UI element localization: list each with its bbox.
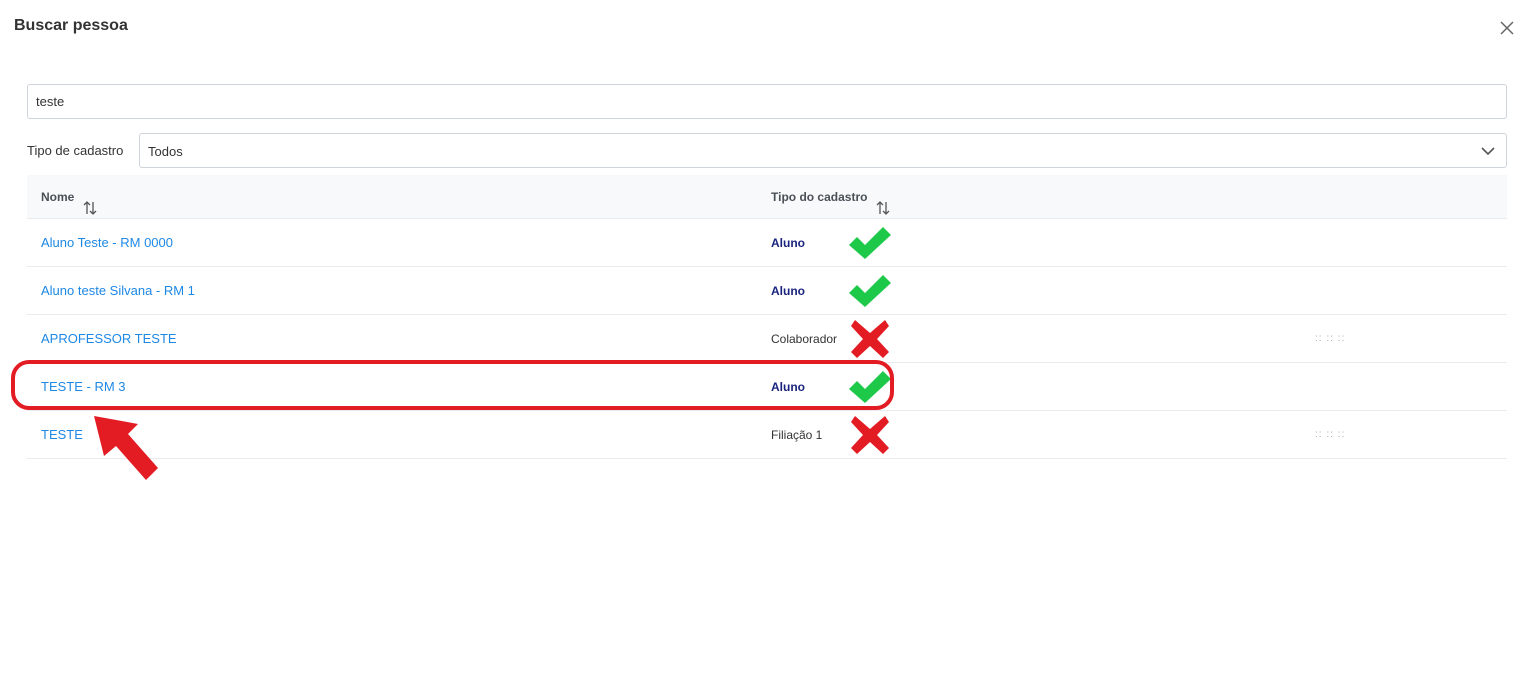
sort-icon <box>82 190 98 215</box>
cross-icon <box>849 318 895 358</box>
column-label: Tipo do cadastro <box>771 190 868 204</box>
row-extra-text: :: :: :: <box>1315 333 1346 344</box>
table-header: Nome Tipo do cadastro <box>27 175 1507 219</box>
table-row[interactable]: Aluno teste Silvana - RM 1 Aluno <box>27 267 1507 315</box>
chevron-down-icon <box>1480 144 1496 158</box>
tipo-cadastro-value: Aluno <box>771 380 805 394</box>
person-name-link[interactable]: Aluno teste Silvana - RM 1 <box>41 283 195 298</box>
person-name-link[interactable]: TESTE <box>41 427 83 442</box>
search-input[interactable] <box>27 84 1507 119</box>
tipo-cadastro-select[interactable]: Todos <box>139 133 1507 168</box>
table-row[interactable]: TESTE - RM 3 Aluno <box>27 363 1507 411</box>
check-icon <box>847 225 893 261</box>
row-extra-text: :: :: :: <box>1315 429 1346 440</box>
column-label: Nome <box>41 190 75 204</box>
results-table: Nome Tipo do cadastro Aluno Teste - RM 0… <box>27 175 1507 459</box>
close-icon[interactable] <box>1498 19 1516 37</box>
table-row[interactable]: APROFESSOR TESTE Colaborador:: :: :: <box>27 315 1507 363</box>
column-header-nome[interactable]: Nome <box>41 175 98 219</box>
check-icon <box>847 273 893 309</box>
cross-icon <box>849 414 895 454</box>
table-row[interactable]: TESTE Filiação 1:: :: :: <box>27 411 1507 459</box>
tipo-cadastro-value: Filiação 1 <box>771 428 823 442</box>
sort-icon <box>875 190 891 215</box>
table-row[interactable]: Aluno Teste - RM 0000 Aluno <box>27 219 1507 267</box>
person-name-link[interactable]: APROFESSOR TESTE <box>41 331 177 346</box>
filter-label: Tipo de cadastro <box>27 143 124 158</box>
tipo-cadastro-value: Aluno <box>771 236 805 250</box>
column-header-tipo[interactable]: Tipo do cadastro <box>771 175 891 219</box>
tipo-cadastro-value: Aluno <box>771 284 805 298</box>
person-name-link[interactable]: TESTE - RM 3 <box>41 379 126 394</box>
tipo-cadastro-value: Colaborador <box>771 332 838 346</box>
check-icon <box>847 369 893 405</box>
person-name-link[interactable]: Aluno Teste - RM 0000 <box>41 235 173 250</box>
dialog-title: Buscar pessoa <box>14 17 128 34</box>
search-person-dialog: Buscar pessoa Tipo de cadastro Todos Nom… <box>0 0 1535 690</box>
select-value: Todos <box>148 144 183 159</box>
